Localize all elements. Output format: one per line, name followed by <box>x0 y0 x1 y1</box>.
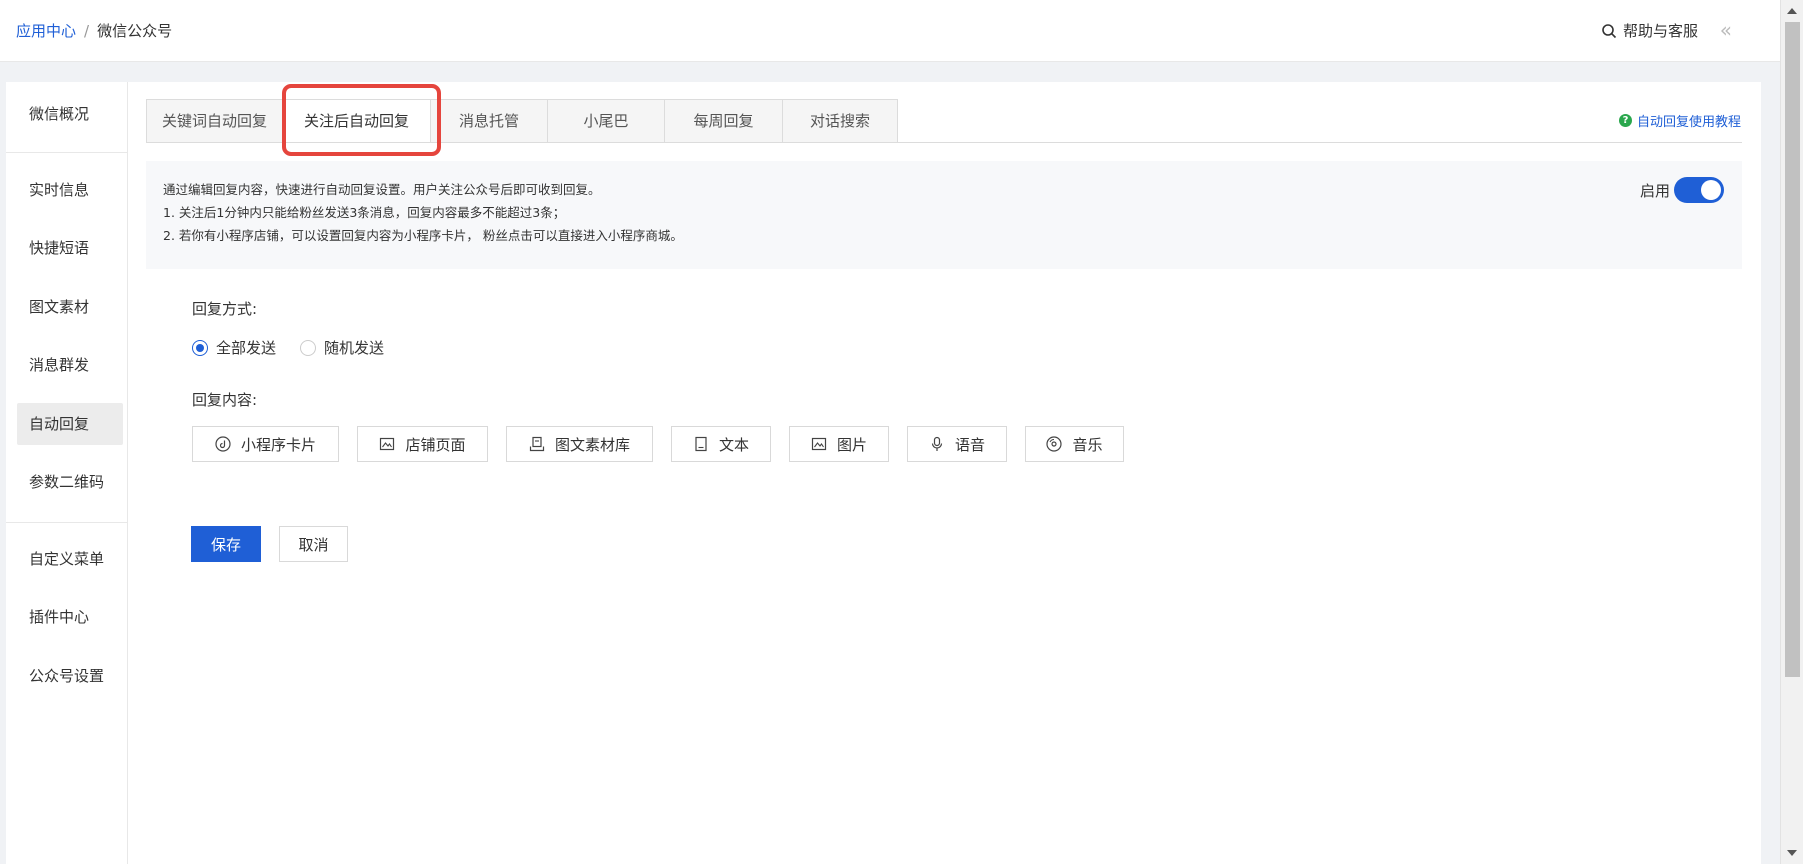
tab-weekly-reply[interactable]: 每周回复 <box>664 99 782 143</box>
mini-program-card-button[interactable]: 小程序卡片 <box>192 426 339 462</box>
tab-conversation-search[interactable]: 对话搜索 <box>782 99 898 143</box>
sidebar-item-param-qrcode[interactable]: 参数二维码 <box>17 461 123 503</box>
scroll-up-icon[interactable] <box>1787 8 1797 14</box>
sidebar-item-realtime-messages[interactable]: 实时信息 <box>17 169 123 211</box>
enable-toggle[interactable] <box>1674 177 1724 203</box>
store-page-button[interactable]: 店铺页面 <box>357 426 488 462</box>
reply-content-label: 回复内容: <box>192 391 258 409</box>
tutorial-link[interactable]: ? 自动回复使用教程 <box>1618 111 1741 130</box>
notice-box: 通过编辑回复内容，快速进行自动回复设置。用户关注公众号后即可收到回复。 1. 关… <box>146 161 1742 269</box>
button-label: 图文素材库 <box>554 435 630 454</box>
text-button[interactable]: 文本 <box>671 426 771 462</box>
article-library-icon <box>529 436 545 452</box>
toggle-knob <box>1701 180 1721 200</box>
active-tab-highlight <box>282 84 441 156</box>
form-actions: 保存 取消 <box>191 526 348 562</box>
button-label: 图片 <box>836 435 867 454</box>
sidebar-item-article-materials[interactable]: 图文素材 <box>17 286 123 328</box>
button-label: 小程序卡片 <box>240 435 316 454</box>
text-icon <box>695 436 707 452</box>
collapse-icon[interactable]: « <box>1720 18 1732 42</box>
sidebar-item-auto-reply[interactable]: 自动回复 <box>17 403 123 445</box>
tutorial-label: 自动回复使用教程 <box>1636 115 1741 130</box>
button-label: 文本 <box>718 435 749 454</box>
voice-button[interactable]: 语音 <box>907 426 1007 462</box>
reply-tabs: 关键词自动回复 关注后自动回复 消息托管 小尾巴 每周回复 对话搜索 <box>146 99 898 143</box>
sidebar-divider <box>6 152 128 153</box>
cancel-button[interactable]: 取消 <box>279 526 348 562</box>
sidebar-item-wechat-overview[interactable]: 微信概况 <box>17 93 123 135</box>
toggle-label: 启用 <box>1639 182 1670 200</box>
help-support-link[interactable]: 帮助与客服 <box>1601 20 1698 41</box>
tab-keyword-reply[interactable]: 关键词自动回复 <box>146 99 282 143</box>
breadcrumb-separator: / <box>84 21 90 40</box>
notice-line: 2. 若你有小程序店铺，可以设置回复内容为小程序卡片， 粉丝点击可以直接进入小程… <box>163 228 683 243</box>
reply-mode-label: 回复方式: <box>192 300 258 318</box>
main-panel: 微信概况 实时信息 快捷短语 图文素材 消息群发 自动回复 参数二维码 自定义菜… <box>6 82 1761 864</box>
tab-message-hosting[interactable]: 消息托管 <box>430 99 547 143</box>
radio-checked-icon[interactable] <box>192 339 208 356</box>
button-label: 音乐 <box>1072 435 1103 454</box>
image-icon <box>811 437 827 451</box>
search-icon <box>1602 23 1617 38</box>
sidebar: 微信概况 实时信息 快捷短语 图文素材 消息群发 自动回复 参数二维码 自定义菜… <box>6 82 128 864</box>
breadcrumb-current: 微信公众号 <box>97 22 173 40</box>
tab-tail[interactable]: 小尾巴 <box>547 99 664 143</box>
image-button[interactable]: 图片 <box>789 426 889 462</box>
reply-mode-options: 全部发送 随机发送 <box>192 337 384 358</box>
scrollbar-thumb[interactable] <box>1785 22 1800 677</box>
radio-send-all[interactable]: 全部发送 <box>192 337 276 358</box>
top-bar: 应用中心 / 微信公众号 帮助与客服 « <box>0 0 1780 62</box>
breadcrumb-root-link[interactable]: 应用中心 <box>16 20 76 41</box>
radio-label: 全部发送 <box>216 339 277 357</box>
music-icon <box>1046 436 1063 452</box>
sidebar-item-quick-phrases[interactable]: 快捷短语 <box>17 227 123 269</box>
sidebar-divider <box>6 522 128 523</box>
microphone-icon <box>931 436 943 451</box>
button-label: 语音 <box>954 435 985 454</box>
breadcrumb: 应用中心 / 微信公众号 <box>16 20 172 41</box>
article-library-button[interactable]: 图文素材库 <box>506 426 653 462</box>
sidebar-item-account-settings[interactable]: 公众号设置 <box>17 655 123 697</box>
help-label: 帮助与客服 <box>1622 22 1698 40</box>
scroll-down-icon[interactable] <box>1787 850 1797 856</box>
help-icon: ? <box>1618 114 1632 127</box>
radio-unchecked-icon[interactable] <box>300 339 317 356</box>
radio-send-random[interactable]: 随机发送 <box>300 337 384 358</box>
store-page-icon <box>380 437 395 451</box>
notice-line: 1. 关注后1分钟内只能给粉丝发送3条消息，回复内容最多不能超过3条； <box>163 205 566 220</box>
mini-program-icon <box>215 436 231 452</box>
music-button[interactable]: 音乐 <box>1025 426 1124 462</box>
sidebar-item-plugin-center[interactable]: 插件中心 <box>17 596 123 638</box>
notice-line: 通过编辑回复内容，快速进行自动回复设置。用户关注公众号后即可收到回复。 <box>163 182 601 197</box>
page-scrollbar[interactable] <box>1780 0 1803 864</box>
sidebar-item-custom-menu[interactable]: 自定义菜单 <box>17 538 123 580</box>
radio-label: 随机发送 <box>324 339 385 357</box>
save-button[interactable]: 保存 <box>191 526 261 562</box>
button-label: 店铺页面 <box>405 435 466 454</box>
reply-content-buttons: 小程序卡片 店铺页面 图文素材库 文本 图片 语音 音乐 <box>192 426 1124 462</box>
sidebar-item-mass-messages[interactable]: 消息群发 <box>17 344 123 386</box>
